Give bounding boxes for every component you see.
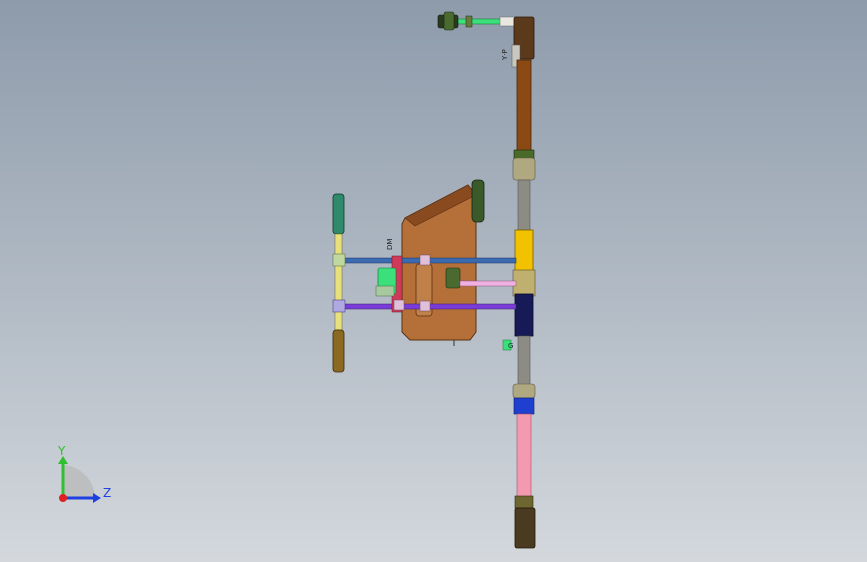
bottom-coupling[interactable]	[514, 495, 534, 509]
upper-gray-pipe[interactable]	[517, 179, 531, 231]
z-axis-arrow	[93, 493, 101, 503]
left-teal-bar[interactable]	[332, 193, 345, 235]
left-column[interactable]	[332, 193, 346, 373]
left-tee-upper[interactable]	[332, 253, 346, 267]
x-axis-dot	[59, 494, 67, 502]
tee-fitting-left[interactable]	[393, 299, 405, 311]
lower-gray-pipe[interactable]	[517, 335, 531, 387]
left-yellow-pipe[interactable]	[334, 233, 343, 331]
coordinate-triad-icon: Y Z	[57, 444, 111, 503]
left-bronze-bar[interactable]	[332, 329, 345, 373]
bottom-brown-block[interactable]	[514, 507, 536, 549]
z-axis-label: Z	[103, 486, 111, 500]
blue-collar[interactable]	[513, 397, 535, 415]
navy-block[interactable]	[514, 293, 534, 337]
left-tee-lower[interactable]	[332, 299, 346, 313]
green-device-base[interactable]	[375, 285, 395, 297]
valve-tag-label: G	[508, 342, 513, 350]
center-connector[interactable]	[512, 269, 536, 297]
tee-fitting-lower[interactable]	[419, 300, 431, 312]
light-pink-pipe[interactable]	[459, 280, 517, 287]
triad-plane	[63, 465, 95, 498]
y-axis-label: Y	[57, 444, 66, 458]
cad-viewport[interactable]: Y·P DM G Y Z	[0, 0, 867, 562]
top-nozzle-assembly[interactable]	[437, 11, 519, 31]
assembly-scene[interactable]: Y·P DM G Y Z	[0, 0, 867, 562]
tank-cap[interactable]	[471, 179, 485, 223]
gold-block[interactable]	[514, 229, 534, 273]
top-fitting[interactable]	[465, 15, 473, 28]
small-tag-label: DM	[386, 239, 394, 250]
upper-coupling[interactable]	[512, 157, 536, 181]
top-nozzle-collar[interactable]	[443, 11, 455, 31]
tee-fitting-upper[interactable]	[419, 254, 431, 266]
tank-valve[interactable]	[445, 267, 461, 289]
lower-coupling[interactable]	[512, 383, 536, 399]
brown-pipe[interactable]	[516, 59, 532, 157]
pink-pipe[interactable]	[516, 413, 532, 499]
top-elbow-tag: Y·P	[501, 49, 509, 61]
